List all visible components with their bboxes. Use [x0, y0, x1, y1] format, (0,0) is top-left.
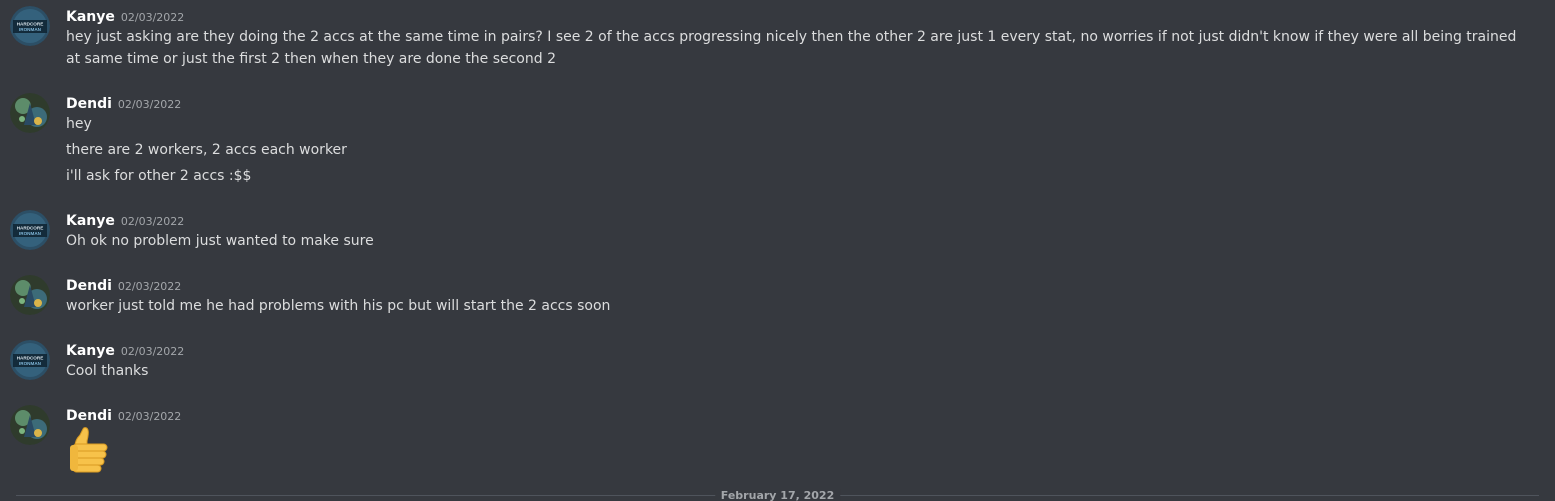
username[interactable]: Kanye — [66, 9, 115, 25]
timestamp[interactable]: 02/03/2022 — [118, 280, 181, 293]
timestamp[interactable]: 02/03/2022 — [118, 98, 181, 111]
chat-message: HARDCORE IRONMAN Kanye 02/03/2022 Oh ok n… — [0, 210, 1555, 254]
character-avatar-icon — [10, 93, 50, 133]
message-header: Dendi 02/03/2022 — [66, 275, 181, 295]
message-text: hey — [66, 116, 92, 132]
timestamp[interactable]: 02/03/2022 — [121, 345, 184, 358]
timestamp[interactable]: 02/03/2022 — [121, 11, 184, 24]
hardcore-ironman-icon: HARDCORE IRONMAN — [10, 6, 50, 46]
avatar[interactable]: HARDCORE IRONMAN — [10, 6, 50, 46]
hardcore-ironman-icon: HARDCORE IRONMAN — [10, 340, 50, 380]
message-text: there are 2 workers, 2 accs each worker — [66, 142, 347, 158]
avatar[interactable] — [10, 405, 50, 445]
chat-message: HARDCORE IRONMAN Kanye 02/03/2022 hey jus… — [0, 6, 1555, 70]
message-text: i'll ask for other 2 accs :$$ — [66, 168, 252, 184]
chat-message: Dendi 02/03/2022 — [0, 405, 1555, 481]
chat-message-list: HARDCORE IRONMAN Kanye 02/03/2022 hey jus… — [0, 0, 1555, 501]
avatar[interactable]: HARDCORE IRONMAN — [10, 210, 50, 250]
username[interactable]: Kanye — [66, 213, 115, 229]
thumbs-up-icon[interactable] — [66, 425, 116, 475]
hardcore-ironman-icon: HARDCORE IRONMAN — [10, 210, 50, 250]
chat-message: HARDCORE IRONMAN Kanye 02/03/2022 Cool th… — [0, 340, 1555, 384]
message-text: hey just asking are they doing the 2 acc… — [66, 29, 1517, 67]
chat-message: Dendi 02/03/2022 hey there are 2 workers,… — [0, 93, 1555, 193]
username[interactable]: Dendi — [66, 96, 112, 112]
chat-message: Dendi 02/03/2022 worker just told me he h… — [0, 275, 1555, 319]
svg-text:IRONMAN: IRONMAN — [19, 361, 42, 366]
message-text: Cool thanks — [66, 363, 149, 379]
message-header: Kanye 02/03/2022 — [66, 340, 184, 360]
timestamp[interactable]: 02/03/2022 — [118, 410, 181, 423]
username[interactable]: Kanye — [66, 343, 115, 359]
avatar[interactable]: HARDCORE IRONMAN — [10, 340, 50, 380]
message-header: Kanye 02/03/2022 — [66, 210, 184, 230]
message-header: Dendi 02/03/2022 — [66, 405, 181, 425]
svg-text:HARDCORE: HARDCORE — [17, 22, 44, 27]
timestamp[interactable]: 02/03/2022 — [121, 215, 184, 228]
username[interactable]: Dendi — [66, 408, 112, 424]
svg-text:HARDCORE: HARDCORE — [17, 226, 44, 231]
svg-text:IRONMAN: IRONMAN — [19, 27, 42, 32]
message-header: Dendi 02/03/2022 — [66, 93, 181, 113]
avatar[interactable] — [10, 93, 50, 133]
avatar[interactable] — [10, 275, 50, 315]
date-divider-label: February 17, 2022 — [714, 489, 841, 501]
character-avatar-icon — [10, 405, 50, 445]
svg-text:HARDCORE: HARDCORE — [17, 356, 44, 361]
message-text: worker just told me he had problems with… — [66, 298, 611, 314]
message-header: Kanye 02/03/2022 — [66, 6, 184, 26]
svg-text:IRONMAN: IRONMAN — [19, 231, 42, 236]
character-avatar-icon — [10, 275, 50, 315]
username[interactable]: Dendi — [66, 278, 112, 294]
message-text: Oh ok no problem just wanted to make sur… — [66, 233, 374, 249]
